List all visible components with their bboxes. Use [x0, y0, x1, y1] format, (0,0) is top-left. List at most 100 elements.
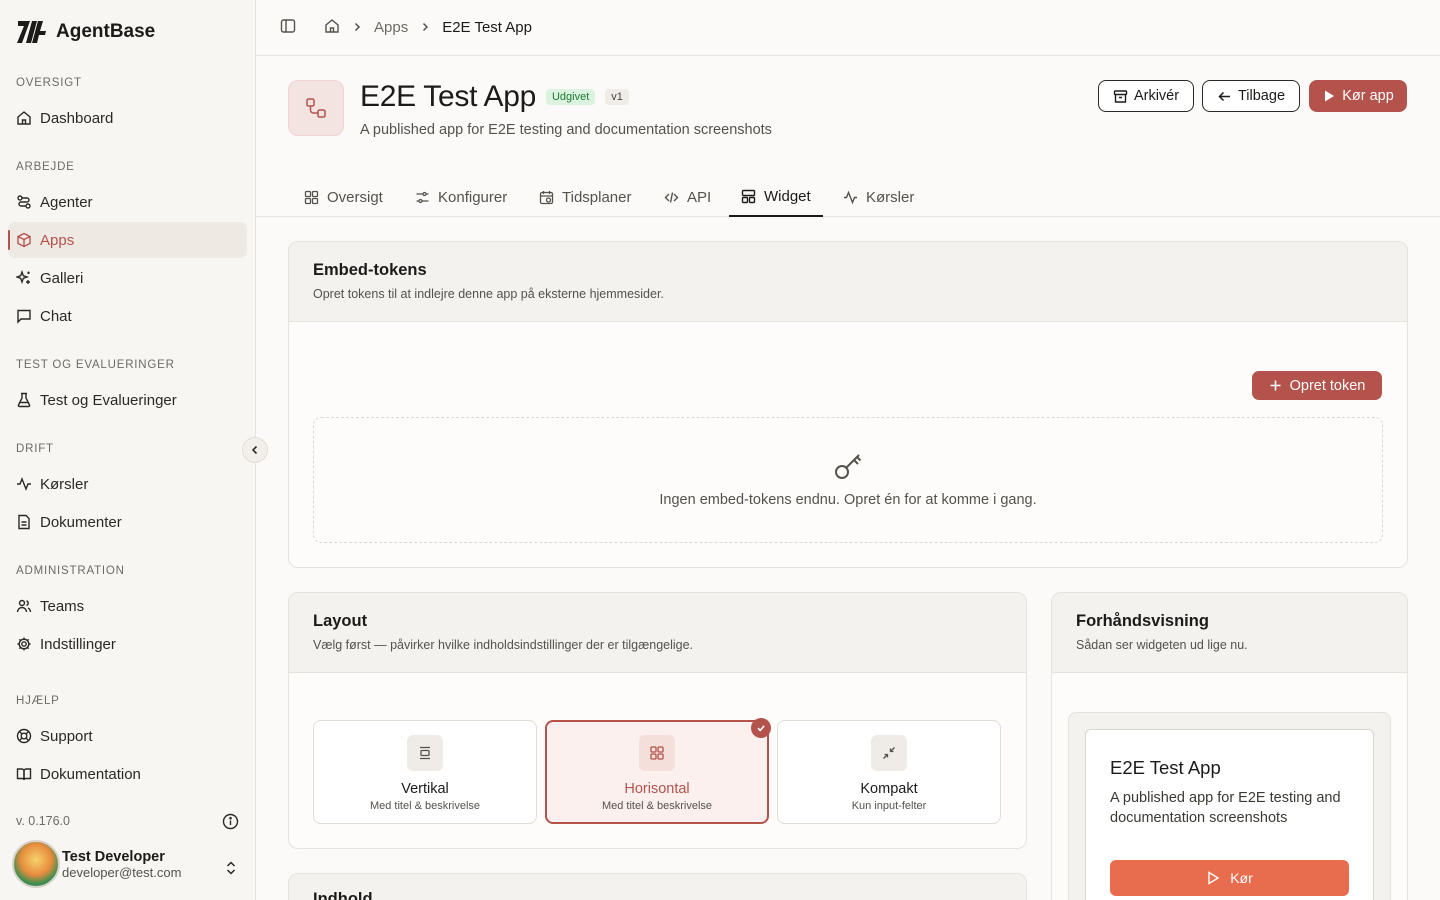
layout-option-horizontal[interactable]: Horisontal Med titel & beskrivelse [545, 720, 769, 824]
section-label-admin: ADMINISTRATION [16, 565, 125, 577]
create-token-button[interactable]: Opret token [1252, 371, 1382, 400]
archive-label: Arkivér [1133, 88, 1180, 104]
card-header [289, 874, 1026, 900]
sidebar-item-chat[interactable]: Chat [8, 298, 247, 334]
back-button[interactable]: Tilbage [1202, 80, 1300, 112]
page-title: E2E Test App [360, 80, 536, 113]
sidebar-item-label: Kørsler [40, 475, 89, 493]
widget-preview-run-button[interactable]: Kør [1110, 860, 1349, 896]
sidebar-item-label: Dashboard [40, 109, 114, 127]
card-header: Layout Vælg først — påvirker hvilke indh… [289, 593, 1026, 673]
calendar-clock-icon [539, 191, 554, 205]
user-menu[interactable]: Test Developer developer@test.com [12, 840, 181, 888]
layout-option-title: Horisontal [624, 781, 690, 797]
key-icon [835, 454, 862, 479]
sidebar-item-teams[interactable]: Teams [8, 588, 247, 624]
section-label-test: TEST OG EVALUERINGER [16, 359, 175, 371]
avatar [12, 840, 60, 888]
layout-template-icon [741, 189, 756, 204]
card-title: Forhåndsvisning [1076, 612, 1209, 630]
toggle-sidebar-button[interactable] [280, 18, 296, 38]
file-text-icon [16, 514, 32, 530]
layout-option-subtitle: Med titel & beskrivelse [601, 800, 713, 812]
card-header: Forhåndsvisning Sådan ser widgeten ud li… [1052, 593, 1407, 673]
collapse-sidebar-button[interactable] [242, 437, 268, 463]
book-open-icon [16, 766, 32, 782]
activity-icon [844, 190, 857, 205]
card-header: Embed-tokens Opret tokens til at indlejr… [289, 242, 1407, 322]
tab-schedules[interactable]: Tidsplaner [527, 178, 643, 217]
tab-api[interactable]: API [652, 178, 723, 217]
tab-label: Widget [764, 188, 811, 205]
sidebar-item-label: Agenter [40, 193, 93, 211]
archive-button[interactable]: Arkivér [1098, 80, 1194, 112]
sidebar-item-label: Support [40, 727, 93, 745]
run-app-button[interactable]: Kør app [1309, 80, 1407, 112]
box-icon [16, 232, 32, 248]
sidebar-item-label: Dokumentation [40, 765, 141, 783]
card-title: Layout [313, 612, 368, 630]
empty-state: Ingen embed-tokens endnu. Opret én for a… [313, 417, 1383, 543]
sidebar-item-dashboard[interactable]: Dashboard [8, 100, 247, 136]
page-title-row: E2E Test App Udgivet v1 [360, 80, 629, 114]
workflow-icon [306, 98, 326, 118]
section-label-work: ARBEJDE [16, 161, 75, 173]
tab-widget[interactable]: Widget [729, 178, 823, 217]
widget-preview-title: E2E Test App [1110, 757, 1221, 778]
section-label-help: HJÆLP [16, 695, 60, 707]
content-card [288, 873, 1027, 900]
chevrons-up-down-icon[interactable] [224, 860, 238, 881]
card-subtitle: Sådan ser widgeten ud lige nu. [1076, 638, 1248, 652]
sidebar-item-documents[interactable]: Dokumenter [8, 504, 247, 540]
chevron-right-icon [420, 19, 430, 36]
section-label-overview: OVERSIGT [16, 77, 82, 89]
sidebar-item-agents[interactable]: Agenter [8, 184, 247, 220]
life-buoy-icon [16, 728, 32, 744]
page-description: A published app for E2E testing and docu… [360, 122, 772, 138]
tab-runs[interactable]: Kørsler [831, 178, 926, 217]
widget-preview-run-label: Kør [1230, 870, 1253, 886]
tab-configure[interactable]: Konfigurer [403, 178, 519, 217]
sidebar-item-docs[interactable]: Dokumentation [8, 756, 247, 792]
sidebar: AgentBase OVERSIGT Dashboard ARBEJDE Age… [0, 0, 256, 900]
sidebar-item-settings[interactable]: Indstillinger [8, 626, 247, 662]
breadcrumb-home[interactable] [324, 18, 340, 38]
brand[interactable]: AgentBase [16, 18, 155, 46]
brand-name: AgentBase [56, 21, 156, 42]
panel-left-icon [280, 18, 296, 33]
layout-option-title: Kompakt [860, 781, 918, 797]
content-card-title: Indhold [313, 890, 373, 900]
run-app-label: Kør app [1342, 88, 1394, 104]
tab-label: Konfigurer [438, 189, 508, 206]
code-icon [664, 192, 679, 203]
info-icon[interactable] [222, 813, 239, 835]
layout-option-vertical[interactable]: Vertikal Med titel & beskrivelse [313, 720, 537, 824]
app-version: v. 0.176.0 [16, 814, 70, 828]
tab-label: API [687, 189, 712, 206]
breadcrumb-apps[interactable]: Apps [374, 19, 408, 36]
archive-icon [1113, 89, 1128, 103]
sidebar-item-label: Dokumenter [40, 513, 122, 531]
sidebar-item-apps[interactable]: Apps [8, 222, 247, 258]
sidebar-item-tests[interactable]: Test og Evalueringer [8, 382, 247, 418]
compact-layout-icon [871, 735, 907, 771]
sidebar-item-runs[interactable]: Kørsler [8, 466, 247, 502]
tab-bar: Oversigt Konfigurer Tidsplaner API Widge… [256, 178, 1440, 217]
chevron-left-icon [251, 445, 258, 455]
activity-icon [16, 476, 32, 492]
vertical-layout-icon [407, 735, 443, 771]
version-badge: v1 [605, 89, 629, 105]
sidebar-item-gallery[interactable]: Galleri [8, 260, 247, 296]
horizontal-layout-icon [639, 735, 675, 771]
user-email: developer@test.com [62, 864, 182, 880]
sidebar-item-support[interactable]: Support [8, 718, 247, 754]
tab-overview[interactable]: Oversigt [292, 178, 395, 217]
message-square-icon [16, 308, 32, 324]
top-bar: Apps E2E Test App [256, 0, 1440, 56]
layout-option-title: Vertikal [401, 781, 449, 797]
sidebar-item-label: Indstillinger [40, 635, 116, 653]
chevron-right-icon [352, 19, 362, 36]
back-label: Tilbage [1237, 88, 1286, 104]
layout-option-compact[interactable]: Kompakt Kun input-felter [777, 720, 1001, 824]
plus-icon [1270, 380, 1281, 391]
